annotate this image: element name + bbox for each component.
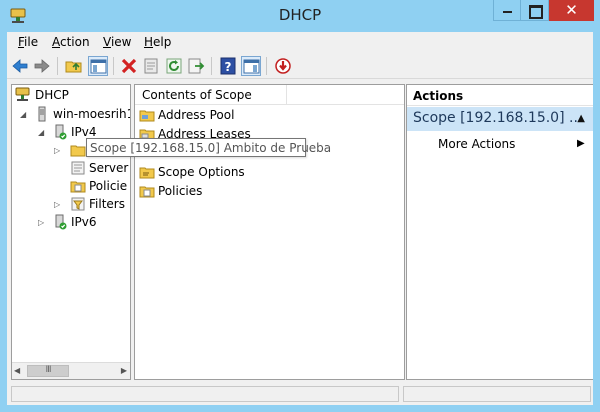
svg-text:?: ? <box>225 60 232 74</box>
scroll-thumb[interactable]: III <box>27 365 69 377</box>
filters-icon <box>70 196 86 212</box>
maximize-button[interactable] <box>521 0 549 21</box>
menu-bar: File Action View Help <box>7 32 593 52</box>
policies-icon <box>70 178 86 194</box>
status-cell-secondary <box>403 386 591 402</box>
mmc-client-area: File Action View Help ? DHCP ◢ win-moesr… <box>7 32 593 405</box>
dhcp-root-icon <box>15 87 31 103</box>
actions-section-title: Scope [192.168.15.0] ... <box>413 110 583 126</box>
expand-arrow-icon[interactable]: ▷ <box>38 218 44 227</box>
refresh-icon[interactable] <box>164 56 184 76</box>
menu-view[interactable]: View <box>103 35 131 49</box>
collapse-arrow-icon[interactable]: ◢ <box>20 110 26 119</box>
server-icon <box>34 106 50 122</box>
actions-pane: Actions Scope [192.168.15.0] ... ▲ More … <box>406 84 593 380</box>
deactivate-icon[interactable] <box>273 56 293 76</box>
more-actions-item[interactable]: More Actions <box>438 137 515 151</box>
scope-folder-icon <box>70 142 86 158</box>
show-hide-console-tree-icon[interactable] <box>88 56 108 76</box>
help-icon[interactable]: ? <box>218 56 238 76</box>
scope-tooltip: Scope [192.168.15.0] Ambito de Prueba <box>86 138 331 157</box>
show-hide-action-pane-icon[interactable] <box>241 56 261 76</box>
policies-folder-icon <box>139 183 155 199</box>
status-cell-main <box>11 386 399 402</box>
close-button[interactable]: ✕ <box>549 0 594 21</box>
column-header-empty <box>287 85 404 105</box>
toolbar-separator <box>113 57 114 75</box>
ipv6-icon <box>52 214 68 230</box>
scope-options-icon <box>139 164 155 180</box>
title-bar[interactable]: DHCP ✕ <box>0 0 600 32</box>
expand-arrow-icon[interactable]: ▷ <box>54 146 60 155</box>
export-list-icon[interactable] <box>186 56 206 76</box>
collapse-arrow-icon[interactable]: ◢ <box>38 128 44 137</box>
expand-arrow-icon[interactable]: ▷ <box>54 200 60 209</box>
back-arrow-icon[interactable] <box>10 56 30 76</box>
status-bar <box>11 385 593 403</box>
scroll-left-icon[interactable]: ◀ <box>14 366 20 375</box>
menu-help[interactable]: Help <box>144 35 171 49</box>
close-icon: ✕ <box>565 1 578 19</box>
address-pool-icon <box>139 107 155 123</box>
toolbar: ? <box>7 53 593 79</box>
actions-header: Actions <box>407 85 593 106</box>
actions-section-scope[interactable]: Scope [192.168.15.0] ... ▲ <box>407 107 593 131</box>
menu-action[interactable]: Action <box>52 35 90 49</box>
submenu-arrow-icon[interactable]: ▶ <box>577 138 585 149</box>
up-folder-icon[interactable] <box>64 56 84 76</box>
collapse-caret-icon[interactable]: ▲ <box>577 113 585 124</box>
menu-file[interactable]: File <box>18 35 38 49</box>
results-pane[interactable]: Contents of Scope Address Pool Address L… <box>134 84 405 380</box>
forward-arrow-icon[interactable] <box>32 56 52 76</box>
ipv4-icon <box>52 124 68 140</box>
properties-icon[interactable] <box>141 56 161 76</box>
toolbar-separator <box>266 57 267 75</box>
dhcp-window: DHCP ✕ File Action View Help ? DHCP ◢ wi… <box>0 0 600 412</box>
scroll-right-icon[interactable]: ▶ <box>121 366 127 375</box>
column-header-contents[interactable]: Contents of Scope <box>135 85 287 105</box>
tree-horizontal-scrollbar[interactable]: ◀ III ▶ <box>12 362 130 379</box>
console-tree-pane[interactable]: DHCP ◢ win-moesrih1 ◢ IPv4 ▷ Server Poli… <box>11 84 131 380</box>
toolbar-separator <box>211 57 212 75</box>
toolbar-separator <box>57 57 58 75</box>
delete-icon[interactable] <box>119 56 139 76</box>
server-options-icon <box>70 160 86 176</box>
minimize-button[interactable] <box>493 0 521 21</box>
